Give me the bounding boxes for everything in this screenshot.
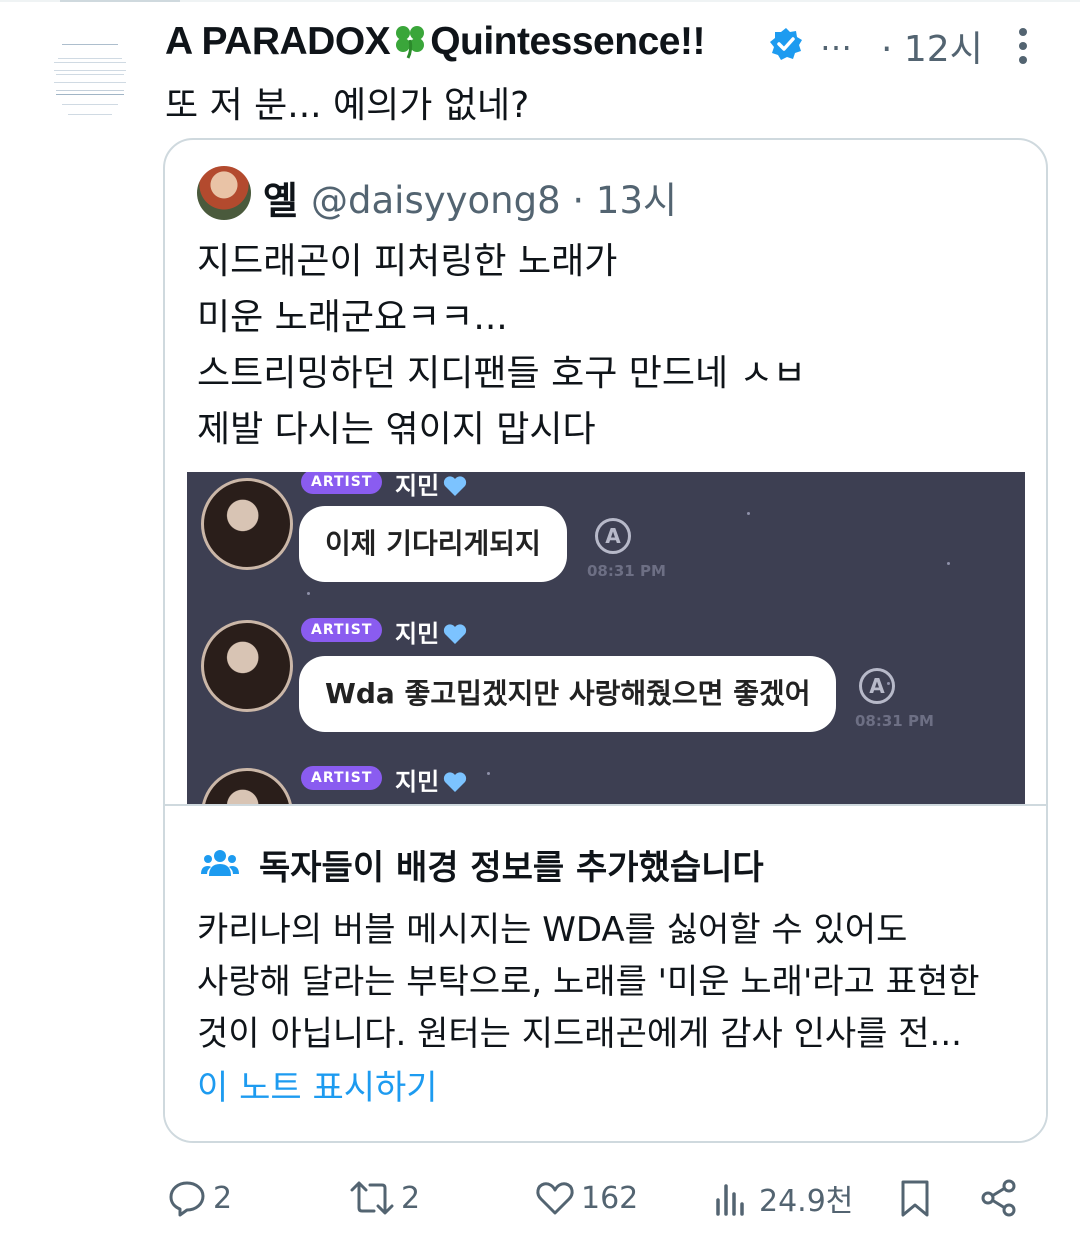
view-count: 24.9천: [759, 1184, 854, 1219]
heart-outline-icon: [536, 1182, 574, 1215]
note-line: 사랑해 달라는 부탁으로, 노래를 '미운 노래'라고 표현한: [197, 962, 980, 1002]
like-count: 162: [581, 1180, 639, 1216]
community-note-title: 독자들이 배경 정보를 추가했습니다: [259, 848, 764, 888]
retweet-count: 2: [401, 1180, 421, 1216]
heart-icon: [444, 772, 467, 792]
bookmark-button[interactable]: [895, 1170, 941, 1226]
chat-avatar: [201, 478, 293, 570]
tweet-timestamp[interactable]: · 12시: [881, 20, 983, 72]
chat-sender-name: 지민: [395, 472, 467, 501]
analytics-icon: [716, 1184, 744, 1216]
more-options-icon[interactable]: [1013, 28, 1033, 68]
people-icon: [201, 850, 239, 876]
views-button[interactable]: 24.9천: [713, 1170, 853, 1226]
display-name-suffix: Quintessence!!: [430, 20, 705, 63]
heart-icon: [444, 624, 467, 644]
note-line: 카리나의 버블 메시지는 WDA를 싫어할 수 있어도: [197, 910, 908, 950]
a-circle-icon: A: [595, 518, 631, 554]
note-line: 것이 아닙니다. 원터는 지드래곤에게 감사 인사를 전...: [197, 1014, 962, 1054]
display-name-text: A PARADOX: [165, 20, 391, 63]
show-note-link[interactable]: 이 노트 표시하기: [197, 1060, 438, 1109]
quoted-text-line: 제발 다시는 엮이지 맙시다: [197, 409, 596, 450]
quoted-author-avatar[interactable]: [197, 166, 251, 220]
quoted-author-name[interactable]: 옐: [263, 170, 298, 225]
chat-avatar: [201, 620, 293, 712]
community-note: 독자들이 배경 정보를 추가했습니다 카리나의 버블 메시지는 WDA를 싫어할…: [165, 804, 1046, 1141]
tweet-header: A PARADOX Quintessence!! … · 12시: [165, 18, 1045, 70]
quoted-text-line: 미운 노래군요ㅋㅋ...: [197, 297, 508, 338]
name-truncation-ellipsis: …: [820, 20, 852, 58]
tweet-text: 또 저 분... 예의가 없네?: [165, 85, 530, 126]
quoted-text-line: 지드래곤이 피처링한 노래가: [197, 241, 618, 282]
chat-avatar: [201, 768, 293, 804]
reply-count: 2: [213, 1180, 233, 1216]
quoted-author-handle-time: @daisyyong8 · 13시: [311, 179, 678, 222]
chat-sender-name: 지민: [395, 762, 467, 797]
four-leaf-clover-icon: [396, 26, 425, 59]
author-avatar[interactable]: [40, 24, 140, 124]
quoted-tweet-card[interactable]: 옐 @daisyyong8 · 13시 지드래곤이 피처링한 노래가 미운 노래…: [163, 138, 1048, 1143]
artist-tag: ARTIST: [301, 618, 383, 642]
display-name[interactable]: A PARADOX Quintessence!!: [165, 20, 705, 64]
top-divider-accent: [60, 0, 180, 2]
community-note-body: 카리나의 버블 메시지는 WDA를 싫어할 수 있어도 사랑해 달라는 부탁으로…: [197, 904, 980, 1060]
bookmark-icon: [901, 1180, 929, 1217]
quoted-tweet-text: 지드래곤이 피처링한 노래가 미운 노래군요ㅋㅋ... 스트리밍하던 지디팬들 …: [197, 234, 806, 458]
share-icon: [981, 1179, 1016, 1217]
action-bar: 2 2 162 24.9천: [165, 1170, 1045, 1226]
reply-icon: [169, 1181, 205, 1217]
chat-screenshot-image[interactable]: ARTIST 지민 이제 기다리게되지 A 08:31 PM ARTIST 지민…: [187, 472, 1025, 804]
retweet-icon: [350, 1181, 394, 1215]
chat-sender-name: 지민: [395, 614, 467, 649]
chat-time: 08:31 PM: [587, 562, 666, 580]
artist-tag: ARTIST: [301, 766, 383, 790]
like-button[interactable]: 162: [535, 1170, 638, 1226]
chat-time: 08:31 PM: [855, 712, 934, 730]
chat-bubble: 이제 기다리게되지: [299, 506, 567, 582]
share-button[interactable]: [979, 1170, 1025, 1226]
a-circle-icon: A: [859, 668, 895, 704]
verified-badge-icon: [770, 28, 802, 60]
heart-icon: [444, 476, 467, 496]
chat-bubble: Wda 좋고밉겠지만 사랑해줬으면 좋겠어: [299, 656, 837, 732]
quoted-text-line: 스트리밍하던 지디팬들 호구 만드네 ㅅㅂ: [197, 353, 806, 394]
reply-button[interactable]: 2: [167, 1170, 232, 1226]
artist-tag: ARTIST: [301, 472, 383, 494]
retweet-button[interactable]: 2: [349, 1170, 420, 1226]
